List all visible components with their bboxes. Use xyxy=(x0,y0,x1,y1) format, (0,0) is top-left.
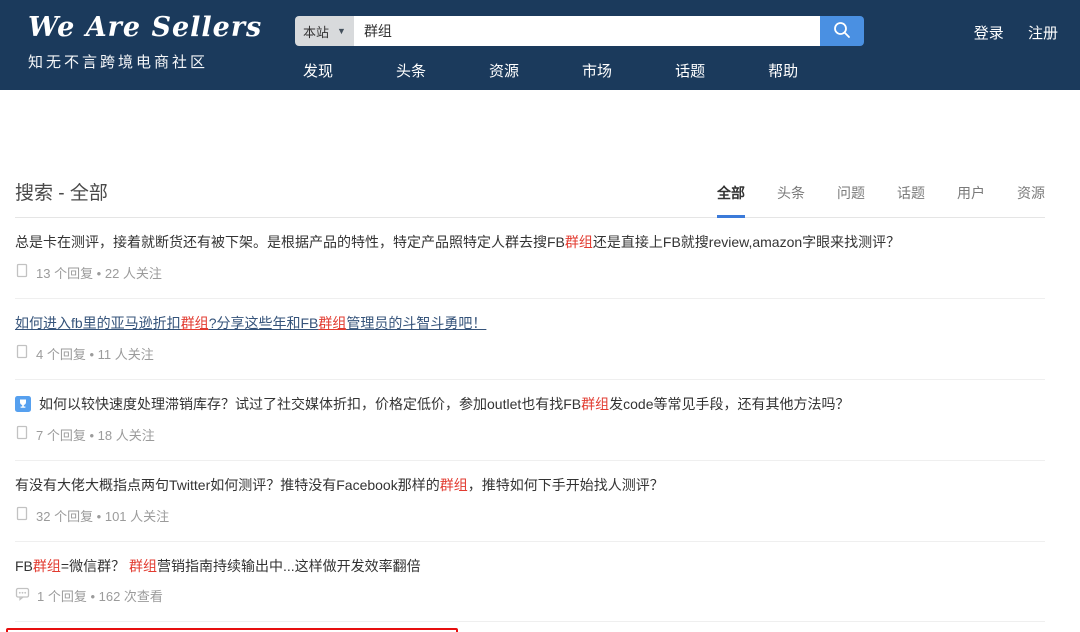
result-title[interactable]: 总是卡在测评，接着就断货还有被下架。是根据产品的特性，特定产品照特定人群去搜FB… xyxy=(15,233,900,252)
result-meta: 32 个回复 • 101 人关注 xyxy=(15,506,1045,525)
result-title-link[interactable]: 如何进入fb里的亚马逊折扣群组?分享这些年和FB群组管理员的斗智斗勇吧！ xyxy=(15,314,486,333)
result-title-line: 有没有大佬大概指点两句Twitter如何测评？推特没有Facebook那样的群组… xyxy=(15,476,1045,495)
result-meta-text: 1 个回复 • 162 次查看 xyxy=(37,589,163,605)
nav-item-market[interactable]: 市场 xyxy=(574,58,620,83)
result-meta-text: 32 个回复 • 101 人关注 xyxy=(36,508,170,524)
result-row: 有没有大佬大概指点两句Twitter如何测评？推特没有Facebook那样的群组… xyxy=(15,461,1045,542)
nav-item-resources[interactable]: 资源 xyxy=(481,58,527,83)
search-input[interactable] xyxy=(353,16,820,46)
tab-all[interactable]: 全部 xyxy=(717,183,745,218)
search-button[interactable] xyxy=(819,16,864,46)
auth-links: 登录 注册 xyxy=(954,22,1058,43)
search-bar: 本站 ▼ xyxy=(295,16,864,46)
results-header: 搜索 - 全部 全部 头条 问题 话题 用户 资源 xyxy=(15,178,1045,218)
nav-item-headlines[interactable]: 头条 xyxy=(388,58,434,83)
document-icon xyxy=(15,425,29,443)
result-title-line: 如何进入fb里的亚马逊折扣群组?分享这些年和FB群组管理员的斗智斗勇吧！ xyxy=(15,314,1045,333)
result-title[interactable]: 如何以较快速度处理滞销库存？试过了社交媒体折扣，价格定低价，参加outlet也有… xyxy=(39,395,850,414)
red-annotation-box: 运营干货||免费分享一万个真实测评人联系方式和200个美国FB折扣群组783 个… xyxy=(6,628,458,632)
tab-questions[interactable]: 问题 xyxy=(837,183,865,218)
result-meta: 7 个回复 • 18 人关注 xyxy=(15,425,1045,444)
result-meta: 1 个回复 • 162 次查看 xyxy=(15,586,1045,605)
result-title[interactable]: FB群组=微信群？ 群组营销指南持续输出中...这样做开发效率翻倍 xyxy=(15,557,421,576)
result-meta-text: 13 个回复 • 22 人关注 xyxy=(36,265,162,281)
nav-item-discover[interactable]: 发现 xyxy=(295,58,341,83)
result-meta-text: 4 个回复 • 11 人关注 xyxy=(36,346,154,362)
highlighted-keyword: 群组 xyxy=(180,314,209,331)
highlighted-keyword: 群组 xyxy=(318,314,347,331)
site-header: We Are Sellers 知无不言跨境电商社区 本站 ▼ 登录 注册 发现 … xyxy=(0,0,1080,90)
result-meta: 4 个回复 • 11 人关注 xyxy=(15,344,1045,363)
nav-item-topics[interactable]: 话题 xyxy=(667,58,713,83)
result-title-line: 总是卡在测评，接着就断货还有被下架。是根据产品的特性，特定产品照特定人群去搜FB… xyxy=(15,233,1045,252)
trophy-badge-icon xyxy=(15,396,31,413)
highlighted-keyword: 群组 xyxy=(439,476,468,493)
results-list: 总是卡在测评，接着就断货还有被下架。是根据产品的特性，特定产品照特定人群去搜FB… xyxy=(6,218,1045,632)
result-title-line: FB群组=微信群？ 群组营销指南持续输出中...这样做开发效率翻倍 xyxy=(15,557,1045,576)
result-row: FB群组=微信群？ 群组营销指南持续输出中...这样做开发效率翻倍 1 个回复 •… xyxy=(15,542,1045,623)
search-scope-value: 本站 xyxy=(303,24,330,40)
result-tabs: 全部 头条 问题 话题 用户 资源 xyxy=(717,183,1045,218)
tab-headlines[interactable]: 头条 xyxy=(777,183,805,218)
document-icon xyxy=(15,344,29,362)
result-title[interactable]: 有没有大佬大概指点两句Twitter如何测评？推特没有Facebook那样的群组… xyxy=(15,476,664,495)
chevron-down-icon: ▼ xyxy=(337,26,346,36)
login-link[interactable]: 登录 xyxy=(974,25,1004,42)
register-link[interactable]: 注册 xyxy=(1028,25,1058,42)
highlighted-keyword: 群组 xyxy=(564,234,593,250)
result-row: 运营干货||免费分享一万个真实测评人联系方式和200个美国FB折扣群组783 个… xyxy=(6,622,1045,632)
highlighted-keyword: 群组 xyxy=(128,557,157,574)
highlighted-keyword: 群组 xyxy=(581,395,610,412)
logo-subtitle: 知无不言跨境电商社区 xyxy=(28,54,209,71)
nav-item-help[interactable]: 帮助 xyxy=(760,58,806,83)
result-meta-text: 7 个回复 • 18 人关注 xyxy=(36,427,155,443)
tab-users[interactable]: 用户 xyxy=(957,183,985,218)
tab-topics[interactable]: 话题 xyxy=(897,183,925,218)
result-meta: 13 个回复 • 22 人关注 xyxy=(15,263,1045,282)
document-icon xyxy=(15,263,29,281)
comment-icon xyxy=(15,587,30,604)
tab-resources[interactable]: 资源 xyxy=(1017,183,1045,218)
search-results-page: 搜索 - 全部 全部 头条 问题 话题 用户 资源 总是卡在测评，接着就断货还有… xyxy=(6,178,1045,632)
search-icon xyxy=(832,20,852,43)
result-title-line: 如何以较快速度处理滞销库存？试过了社交媒体折扣，价格定低价，参加outlet也有… xyxy=(15,395,1045,414)
highlighted-keyword: 群组 xyxy=(32,557,61,574)
result-row: 总是卡在测评，接着就断货还有被下架。是根据产品的特性，特定产品照特定人群去搜FB… xyxy=(15,218,1045,299)
result-row: 如何进入fb里的亚马逊折扣群组?分享这些年和FB群组管理员的斗智斗勇吧！ 4 个回… xyxy=(15,299,1045,380)
logo-title: We Are Sellers xyxy=(28,12,263,43)
search-scope-select[interactable]: 本站 ▼ xyxy=(295,16,354,46)
page-title: 搜索 - 全部 xyxy=(15,183,108,204)
document-icon xyxy=(15,506,29,524)
main-nav: 发现 头条 资源 市场 话题 帮助 xyxy=(295,58,806,83)
site-logo[interactable]: We Are Sellers 知无不言跨境电商社区 xyxy=(28,12,262,72)
result-row: 如何以较快速度处理滞销库存？试过了社交媒体折扣，价格定低价，参加outlet也有… xyxy=(15,380,1045,461)
